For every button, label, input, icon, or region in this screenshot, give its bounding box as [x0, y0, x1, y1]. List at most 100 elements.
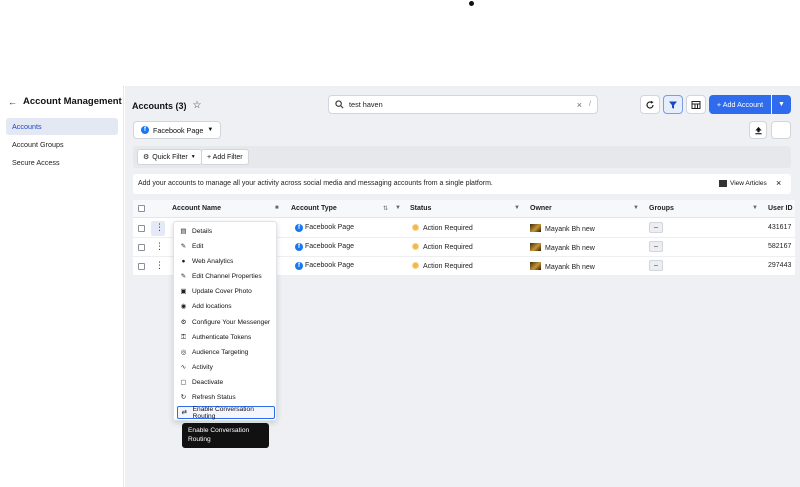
- menu-item-details[interactable]: ▤ Details: [177, 225, 275, 238]
- view-articles-link[interactable]: View Articles: [719, 180, 767, 187]
- user-id-cell: 582167: [768, 243, 792, 250]
- col-menu-icon[interactable]: ▼: [395, 205, 401, 211]
- filter-bar: ⚙ Quick Filter ▼ + Add Filter: [133, 146, 791, 168]
- columns-button[interactable]: [686, 95, 706, 114]
- menu-item-add-locations[interactable]: ◉ Add locations: [177, 300, 275, 313]
- menu-item-label: Edit: [192, 243, 204, 250]
- account-type-cell: f Facebook Page: [295, 262, 354, 270]
- col-account-name[interactable]: Account Name: [172, 205, 221, 212]
- sidebar-item-accounts[interactable]: Accounts: [6, 118, 118, 135]
- refresh-button[interactable]: [640, 95, 660, 114]
- menu-item-label: Refresh Status: [192, 394, 236, 401]
- sidebar-title: Account Management: [23, 96, 122, 107]
- row-checkbox[interactable]: [138, 225, 145, 232]
- col-groups[interactable]: Groups: [649, 205, 674, 212]
- account-type-text: Facebook Page: [304, 243, 354, 250]
- owner-cell: Mayank Bh new: [530, 262, 595, 271]
- kebab-icon[interactable]: ⋮: [155, 223, 164, 232]
- menu-item-label: Deactivate: [192, 379, 224, 386]
- image-icon: ▣: [180, 288, 187, 295]
- menu-item-refresh-status[interactable]: ↻ Refresh Status: [177, 391, 275, 404]
- sidebar-item-secure-access[interactable]: Secure Access: [6, 154, 118, 171]
- info-text: Add your accounts to manage all your act…: [138, 180, 493, 187]
- col-user-id[interactable]: User ID: [768, 205, 793, 212]
- facebook-icon: f: [295, 243, 303, 251]
- table-header: Account Name ■ Account Type ⇅ ▼ Status ▼…: [133, 200, 795, 218]
- col-owner[interactable]: Owner: [530, 205, 552, 212]
- details-icon: ▤: [180, 228, 187, 235]
- groups-chip[interactable]: –: [649, 260, 663, 271]
- pencil-icon: ✎: [180, 273, 187, 280]
- col-status[interactable]: Status: [410, 205, 431, 212]
- status-cell: Action Required: [412, 224, 473, 232]
- menu-item-label: Web Analytics: [192, 258, 234, 265]
- col-menu-icon[interactable]: ▼: [752, 205, 758, 211]
- warning-icon: [412, 243, 419, 250]
- user-id-cell: 431617: [768, 224, 792, 231]
- star-icon[interactable]: ☆: [193, 100, 202, 111]
- menu-item-enable-conversation-routing[interactable]: ⇄ Enable Conversation Routing: [177, 405, 275, 420]
- menu-item-web-analytics[interactable]: ● Web Analytics: [177, 255, 275, 268]
- add-filter-button[interactable]: + Add Filter: [201, 149, 249, 165]
- page-title-row: Accounts (3) ☆: [132, 100, 201, 111]
- menu-item-deactivate[interactable]: ▢ Deactivate: [177, 376, 275, 389]
- top-dot: [469, 1, 474, 6]
- clear-search-icon[interactable]: ×: [577, 100, 582, 110]
- avatar: [530, 262, 541, 270]
- close-icon[interactable]: ×: [776, 178, 781, 188]
- channel-chip[interactable]: f Facebook Page ▼: [133, 121, 222, 139]
- menu-item-edit-channel-properties[interactable]: ✎ Edit Channel Properties: [177, 270, 275, 283]
- info-banner: Add your accounts to manage all your act…: [133, 174, 791, 194]
- col-menu-icon[interactable]: ▼: [633, 205, 639, 211]
- back-arrow-icon[interactable]: ←: [8, 97, 17, 107]
- columns-icon: [691, 100, 701, 109]
- owner-cell: Mayank Bh new: [530, 224, 595, 233]
- menu-item-update-cover-photo[interactable]: ▣ Update Cover Photo: [177, 285, 275, 298]
- add-account-button[interactable]: + Add Account: [709, 95, 771, 114]
- menu-item-label: Enable Conversation Routing: [192, 405, 254, 420]
- kebab-icon[interactable]: ⋮: [155, 261, 164, 270]
- menu-item-authenticate-tokens[interactable]: ⚿ Authenticate Tokens: [177, 331, 275, 344]
- sidebar: ← Account Management Accounts Account Gr…: [0, 86, 124, 487]
- account-type-text: Facebook Page: [304, 224, 354, 231]
- view-articles-label: View Articles: [730, 180, 767, 187]
- caret-down-icon: ▼: [778, 101, 785, 108]
- add-account-dropdown-button[interactable]: ▼: [772, 95, 791, 114]
- menu-item-configure-messenger[interactable]: ⚙ Configure Your Messenger: [177, 316, 275, 329]
- menu-item-label: Update Cover Photo: [192, 288, 252, 295]
- search-input[interactable]: test haven × /: [328, 95, 598, 114]
- sort-icon[interactable]: ⇅: [383, 205, 388, 212]
- quick-filter-button[interactable]: ⚙ Quick Filter ▼: [137, 149, 202, 165]
- filter-toggle-button[interactable]: [663, 95, 683, 114]
- groups-chip[interactable]: –: [649, 241, 663, 252]
- menu-item-activity[interactable]: ∿ Activity: [177, 361, 275, 374]
- kebab-icon[interactable]: ⋮: [155, 242, 164, 251]
- upload-icon: [754, 126, 762, 134]
- menu-item-label: Authenticate Tokens: [192, 334, 252, 341]
- warning-icon: [412, 224, 419, 231]
- location-icon: ◉: [180, 303, 187, 310]
- refresh-icon: ↻: [180, 394, 187, 401]
- sidebar-item-account-groups[interactable]: Account Groups: [6, 136, 118, 153]
- avatar: [530, 224, 541, 232]
- owner-text: Mayank Bh new: [545, 264, 595, 271]
- row-actions-menu: ▤ Details ✎ Edit ● Web Analytics ✎ Edit Chan…: [173, 221, 277, 421]
- avatar: [530, 243, 541, 251]
- row-checkbox[interactable]: [138, 244, 145, 251]
- menu-item-audience-targeting[interactable]: ◎ Audience Targeting: [177, 346, 275, 359]
- menu-item-edit[interactable]: ✎ Edit: [177, 240, 275, 253]
- menu-item-label: Details: [192, 228, 213, 235]
- select-all-checkbox[interactable]: [138, 205, 145, 212]
- book-icon: [719, 180, 727, 187]
- more-options-button[interactable]: [771, 121, 791, 139]
- upload-button[interactable]: [749, 121, 767, 139]
- col-account-type[interactable]: Account Type: [291, 205, 337, 212]
- gear-icon: ⚙: [180, 319, 187, 326]
- page-title: Accounts (3): [132, 100, 187, 111]
- warning-icon: [412, 262, 419, 269]
- quick-filter-icon: ⚙: [143, 154, 150, 161]
- groups-chip[interactable]: –: [649, 222, 663, 233]
- account-type-cell: f Facebook Page: [295, 224, 354, 232]
- col-menu-icon[interactable]: ▼: [514, 205, 520, 211]
- row-checkbox[interactable]: [138, 263, 145, 270]
